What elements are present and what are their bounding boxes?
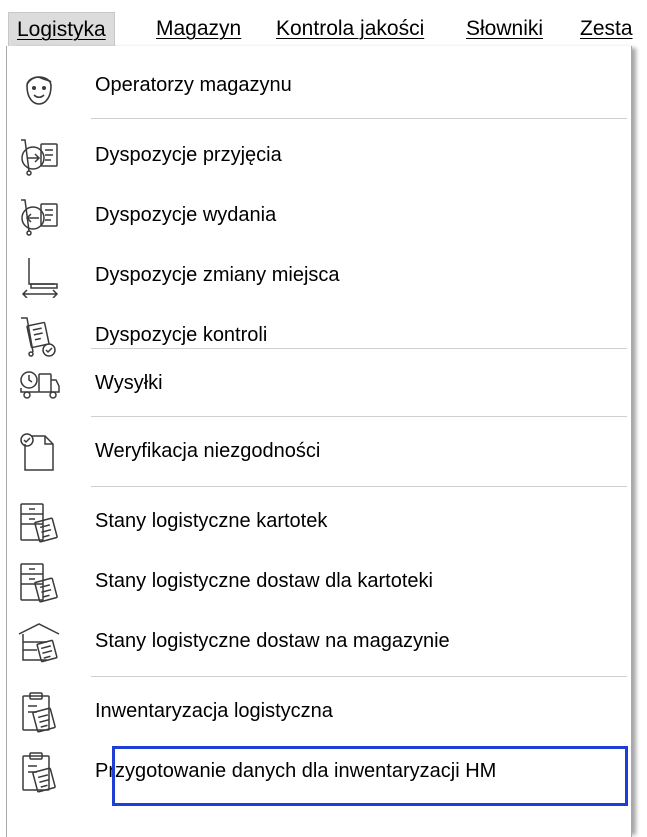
menu-slowniki[interactable]: Słowniki	[458, 12, 551, 46]
stock-cards-icon	[17, 500, 61, 544]
menu-logistyka[interactable]: Logistyka	[8, 12, 115, 48]
menu-item-label: Dyspozycje wydania	[95, 204, 277, 226]
menu-item-label: Stany logistyczne dostaw na magazynie	[95, 630, 450, 652]
menu-item-dyspozycje-wydania[interactable]: Dyspozycje wydania	[11, 190, 625, 240]
menu-separator	[91, 416, 627, 417]
relocation-disposition-icon	[17, 254, 61, 299]
inventory-prep-clipboard-icon	[17, 750, 61, 794]
menu-item-przygotowanie-danych-inwentaryzacji-hm[interactable]: Przygotowanie danych dla inwentaryzacji …	[11, 746, 625, 796]
menu-item-label: Inwentaryzacja logistyczna	[95, 700, 333, 722]
menu-item-weryfikacja-niezgodnosci[interactable]: Weryfikacja niezgodności	[11, 426, 625, 476]
menu-item-wysylki[interactable]: Wysyłki	[11, 358, 625, 408]
warehouse-deliveries-icon	[17, 620, 61, 664]
menu-separator	[91, 118, 627, 119]
menu-item-dyspozycje-zmiany-miejsca[interactable]: Dyspozycje zmiany miejsca	[11, 250, 625, 300]
receipt-disposition-icon	[17, 134, 61, 178]
menu-separator	[91, 348, 627, 349]
menu-item-label: Dyspozycje kontroli	[95, 324, 268, 346]
menu-separator	[91, 486, 627, 487]
menu-item-inwentaryzacja-logistyczna[interactable]: Inwentaryzacja logistyczna	[11, 686, 625, 736]
menu-separator	[91, 676, 627, 677]
logistyka-dropdown-menu: Operatorzy magazynu Dyspozycje przyjęcia	[6, 46, 632, 837]
menu-item-dyspozycje-przyjecia[interactable]: Dyspozycje przyjęcia	[11, 130, 625, 180]
menu-kontrola-jakosci[interactable]: Kontrola jakości	[268, 12, 432, 46]
menu-item-label: Stany logistyczne kartotek	[95, 510, 328, 532]
menu-item-dyspozycje-kontroli[interactable]: Dyspozycje kontroli	[11, 310, 625, 360]
shipment-truck-icon	[17, 362, 61, 406]
menu-zestawienia[interactable]: Zesta	[572, 12, 641, 46]
issue-disposition-icon	[17, 194, 61, 238]
menu-item-label: Stany logistyczne dostaw dla kartoteki	[95, 570, 433, 592]
menu-item-label: Dyspozycje zmiany miejsca	[95, 264, 340, 286]
menu-item-label: Wysyłki	[95, 372, 163, 394]
operator-face-icon	[17, 64, 61, 108]
control-disposition-icon	[17, 314, 61, 358]
inventory-clipboard-icon	[17, 690, 61, 734]
menu-item-label: Operatorzy magazynu	[95, 74, 292, 96]
stock-deliveries-icon	[17, 560, 61, 604]
menu-item-stany-logistyczne-dostaw-na-magazynie[interactable]: Stany logistyczne dostaw na magazynie	[11, 616, 625, 666]
discrepancy-document-icon	[17, 430, 61, 474]
menu-item-stany-logistyczne-dostaw-dla-kartoteki[interactable]: Stany logistyczne dostaw dla kartoteki	[11, 556, 625, 606]
menu-item-label: Weryfikacja niezgodności	[95, 440, 321, 462]
menu-item-label: Dyspozycje przyjęcia	[95, 144, 282, 166]
menu-item-operatorzy-magazynu[interactable]: Operatorzy magazynu	[11, 60, 625, 110]
menu-item-stany-logistyczne-kartotek[interactable]: Stany logistyczne kartotek	[11, 496, 625, 546]
menu-item-label: Przygotowanie danych dla inwentaryzacji …	[95, 760, 497, 782]
menu-magazyn[interactable]: Magazyn	[148, 12, 249, 46]
